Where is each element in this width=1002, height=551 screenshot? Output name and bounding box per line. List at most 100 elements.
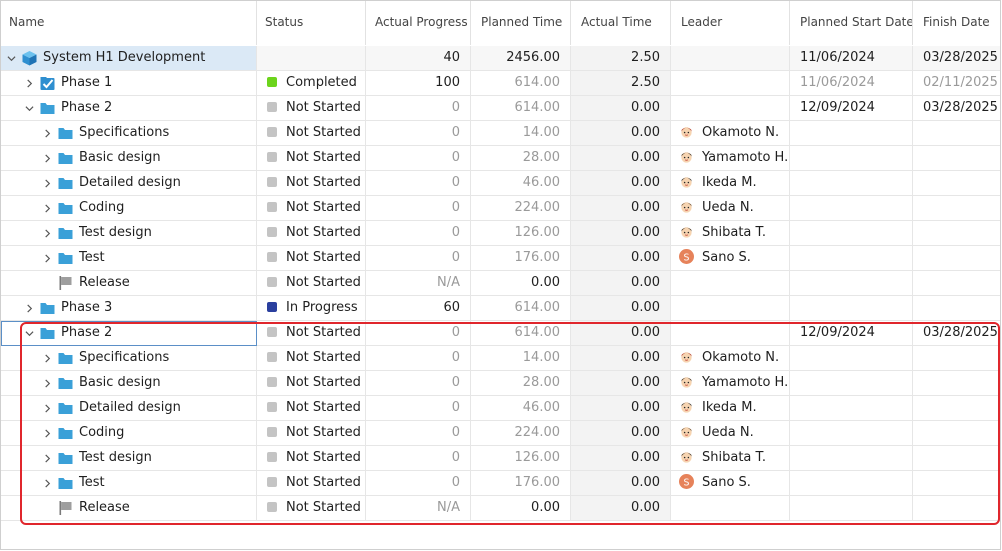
actual-time-cell[interactable]: 0.00 [571,296,671,320]
actual-progress-cell[interactable]: 40 [366,46,471,70]
status-cell[interactable]: Not Started [257,346,366,370]
finish-date-cell[interactable] [913,496,1000,520]
status-cell[interactable] [257,46,366,70]
planned-start-date-cell[interactable] [790,346,913,370]
planned-start-date-cell[interactable] [790,471,913,495]
table-row[interactable]: Coding Not Started 0 224.00 0.00 Ueda N. [1,421,1000,446]
table-row[interactable]: Test design Not Started 0 126.00 0.00 Shibata… [1,221,1000,246]
finish-date-cell[interactable] [913,271,1000,295]
planned-start-date-cell[interactable]: 11/06/2024 [790,46,913,70]
actual-time-cell[interactable]: 0.00 [571,246,671,270]
name-cell[interactable]: Phase 2 [1,321,257,345]
leader-cell[interactable] [671,321,790,345]
planned-time-cell[interactable]: 14.00 [471,121,571,145]
column-header-leader[interactable]: Leader [671,1,790,45]
finish-date-cell[interactable]: 03/28/2025 [913,46,1000,70]
finish-date-cell[interactable] [913,221,1000,245]
name-cell[interactable]: Specifications [1,346,257,370]
table-row[interactable]: Coding Not Started 0 224.00 0.00 Ueda N. [1,196,1000,221]
status-cell[interactable]: Not Started [257,246,366,270]
actual-time-cell[interactable]: 0.00 [571,271,671,295]
chevron-right-icon[interactable] [40,471,54,495]
leader-cell[interactable]: Ueda N. [671,196,790,220]
finish-date-cell[interactable] [913,471,1000,495]
finish-date-cell[interactable] [913,121,1000,145]
planned-start-date-cell[interactable] [790,446,913,470]
column-header-actual-time[interactable]: Actual Time [571,1,671,45]
finish-date-cell[interactable]: 03/28/2025 [913,321,1000,345]
actual-time-cell[interactable]: 0.00 [571,221,671,245]
actual-progress-cell[interactable]: 0 [366,471,471,495]
finish-date-cell[interactable] [913,371,1000,395]
actual-progress-cell[interactable]: 0 [366,146,471,170]
leader-cell[interactable]: Yamamoto H. [671,371,790,395]
actual-time-cell[interactable]: 0.00 [571,171,671,195]
finish-date-cell[interactable] [913,296,1000,320]
actual-progress-cell[interactable]: 0 [366,246,471,270]
table-row[interactable]: Test Not Started 0 176.00 0.00 S Sano S. [1,246,1000,271]
chevron-right-icon[interactable] [40,221,54,245]
actual-progress-cell[interactable]: 0 [366,171,471,195]
chevron-right-icon[interactable] [22,71,36,95]
actual-progress-cell[interactable]: 0 [366,346,471,370]
planned-time-cell[interactable]: 126.00 [471,446,571,470]
finish-date-cell[interactable] [913,246,1000,270]
table-row[interactable]: Phase 2 Not Started 0 614.00 0.00 12/09/2024 0… [1,321,1000,346]
status-cell[interactable]: Not Started [257,446,366,470]
name-cell[interactable]: Specifications [1,121,257,145]
actual-time-cell[interactable]: 2.50 [571,46,671,70]
actual-time-cell[interactable]: 0.00 [571,96,671,120]
finish-date-cell[interactable] [913,396,1000,420]
actual-progress-cell[interactable]: 0 [366,121,471,145]
leader-cell[interactable] [671,296,790,320]
leader-cell[interactable]: Okamoto N. [671,121,790,145]
actual-time-cell[interactable]: 0.00 [571,196,671,220]
actual-time-cell[interactable]: 0.00 [571,421,671,445]
planned-time-cell[interactable]: 46.00 [471,171,571,195]
name-cell[interactable]: Basic design [1,371,257,395]
table-row[interactable]: Test design Not Started 0 126.00 0.00 Shibata… [1,446,1000,471]
planned-time-cell[interactable]: 614.00 [471,296,571,320]
planned-time-cell[interactable]: 0.00 [471,496,571,520]
status-cell[interactable]: Not Started [257,221,366,245]
chevron-right-icon[interactable] [40,371,54,395]
status-cell[interactable]: Not Started [257,396,366,420]
planned-start-date-cell[interactable] [790,171,913,195]
finish-date-cell[interactable]: 03/28/2025 [913,96,1000,120]
table-row[interactable]: Specifications Not Started 0 14.00 0.00 Okamo… [1,346,1000,371]
chevron-right-icon[interactable] [40,446,54,470]
actual-time-cell[interactable]: 0.00 [571,396,671,420]
planned-start-date-cell[interactable] [790,371,913,395]
column-header-finish-date[interactable]: Finish Date [913,1,1000,45]
leader-cell[interactable]: Ueda N. [671,421,790,445]
leader-cell[interactable]: S Sano S. [671,471,790,495]
status-cell[interactable]: Not Started [257,171,366,195]
column-header-name[interactable]: Name [1,1,257,45]
table-row[interactable]: Release Not Started N/A 0.00 0.00 [1,271,1000,296]
actual-progress-cell[interactable]: 0 [366,321,471,345]
planned-time-cell[interactable]: 224.00 [471,421,571,445]
name-cell[interactable]: Release [1,496,257,520]
name-cell[interactable]: Coding [1,196,257,220]
finish-date-cell[interactable]: 02/11/2025 [913,71,1000,95]
planned-start-date-cell[interactable] [790,496,913,520]
actual-progress-cell[interactable]: N/A [366,271,471,295]
planned-start-date-cell[interactable]: 12/09/2024 [790,96,913,120]
actual-time-cell[interactable]: 0.00 [571,346,671,370]
actual-progress-cell[interactable]: N/A [366,496,471,520]
planned-time-cell[interactable]: 2456.00 [471,46,571,70]
planned-start-date-cell[interactable] [790,221,913,245]
status-cell[interactable]: Not Started [257,121,366,145]
actual-time-cell[interactable]: 0.00 [571,471,671,495]
name-cell[interactable]: Coding [1,421,257,445]
leader-cell[interactable] [671,96,790,120]
column-header-planned-start-date[interactable]: Planned Start Date [790,1,913,45]
table-row[interactable]: Basic design Not Started 0 28.00 0.00 Yamamot… [1,371,1000,396]
actual-time-cell[interactable]: 0.00 [571,496,671,520]
chevron-right-icon[interactable] [40,121,54,145]
name-cell[interactable]: Detailed design [1,396,257,420]
actual-time-cell[interactable]: 0.00 [571,371,671,395]
leader-cell[interactable]: Yamamoto H. [671,146,790,170]
table-row[interactable]: Phase 1 Completed 100 614.00 2.50 11/06/2024 0… [1,71,1000,96]
actual-progress-cell[interactable]: 0 [366,371,471,395]
